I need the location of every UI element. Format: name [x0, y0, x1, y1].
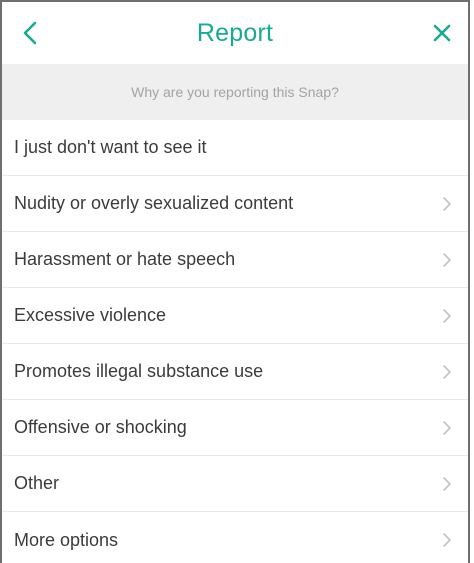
option-label: Nudity or overly sexualized content	[14, 193, 294, 213]
chevron-right-icon	[440, 307, 454, 325]
option-label: Promotes illegal substance use	[14, 361, 264, 381]
chevron-left-icon	[23, 21, 37, 45]
report-screen: Report Why are you reporting this Snap? …	[0, 0, 470, 563]
chevron-right-icon	[440, 363, 454, 381]
close-icon	[433, 24, 451, 42]
chevron-right-icon	[440, 475, 454, 493]
option-row-more[interactable]: More options	[2, 512, 468, 563]
header-bar: Report	[2, 2, 468, 64]
option-row-not-want[interactable]: I just don't want to see it	[2, 120, 468, 176]
option-row-violence[interactable]: Excessive violence	[2, 288, 468, 344]
back-button[interactable]	[6, 2, 54, 64]
option-label: Other	[14, 473, 60, 493]
option-label: More options	[14, 529, 119, 550]
option-label: Harassment or hate speech	[14, 249, 236, 269]
option-row-other[interactable]: Other	[2, 456, 468, 512]
option-label: Offensive or shocking	[14, 417, 187, 437]
page-title: Report	[196, 18, 274, 47]
report-options-list: I just don't want to see it Nudity or ov…	[2, 120, 468, 563]
option-label: Excessive violence	[14, 305, 167, 325]
option-row-substance[interactable]: Promotes illegal substance use	[2, 344, 468, 400]
option-row-nudity[interactable]: Nudity or overly sexualized content	[2, 176, 468, 232]
subheader-prompt: Why are you reporting this Snap?	[2, 64, 468, 120]
chevron-right-icon	[440, 251, 454, 269]
close-button[interactable]	[418, 2, 466, 64]
chevron-right-icon	[440, 195, 454, 213]
chevron-right-icon	[440, 531, 454, 549]
option-row-harassment[interactable]: Harassment or hate speech	[2, 232, 468, 288]
chevron-right-icon	[440, 419, 454, 437]
option-label: I just don't want to see it	[14, 137, 207, 157]
option-row-offensive[interactable]: Offensive or shocking	[2, 400, 468, 456]
